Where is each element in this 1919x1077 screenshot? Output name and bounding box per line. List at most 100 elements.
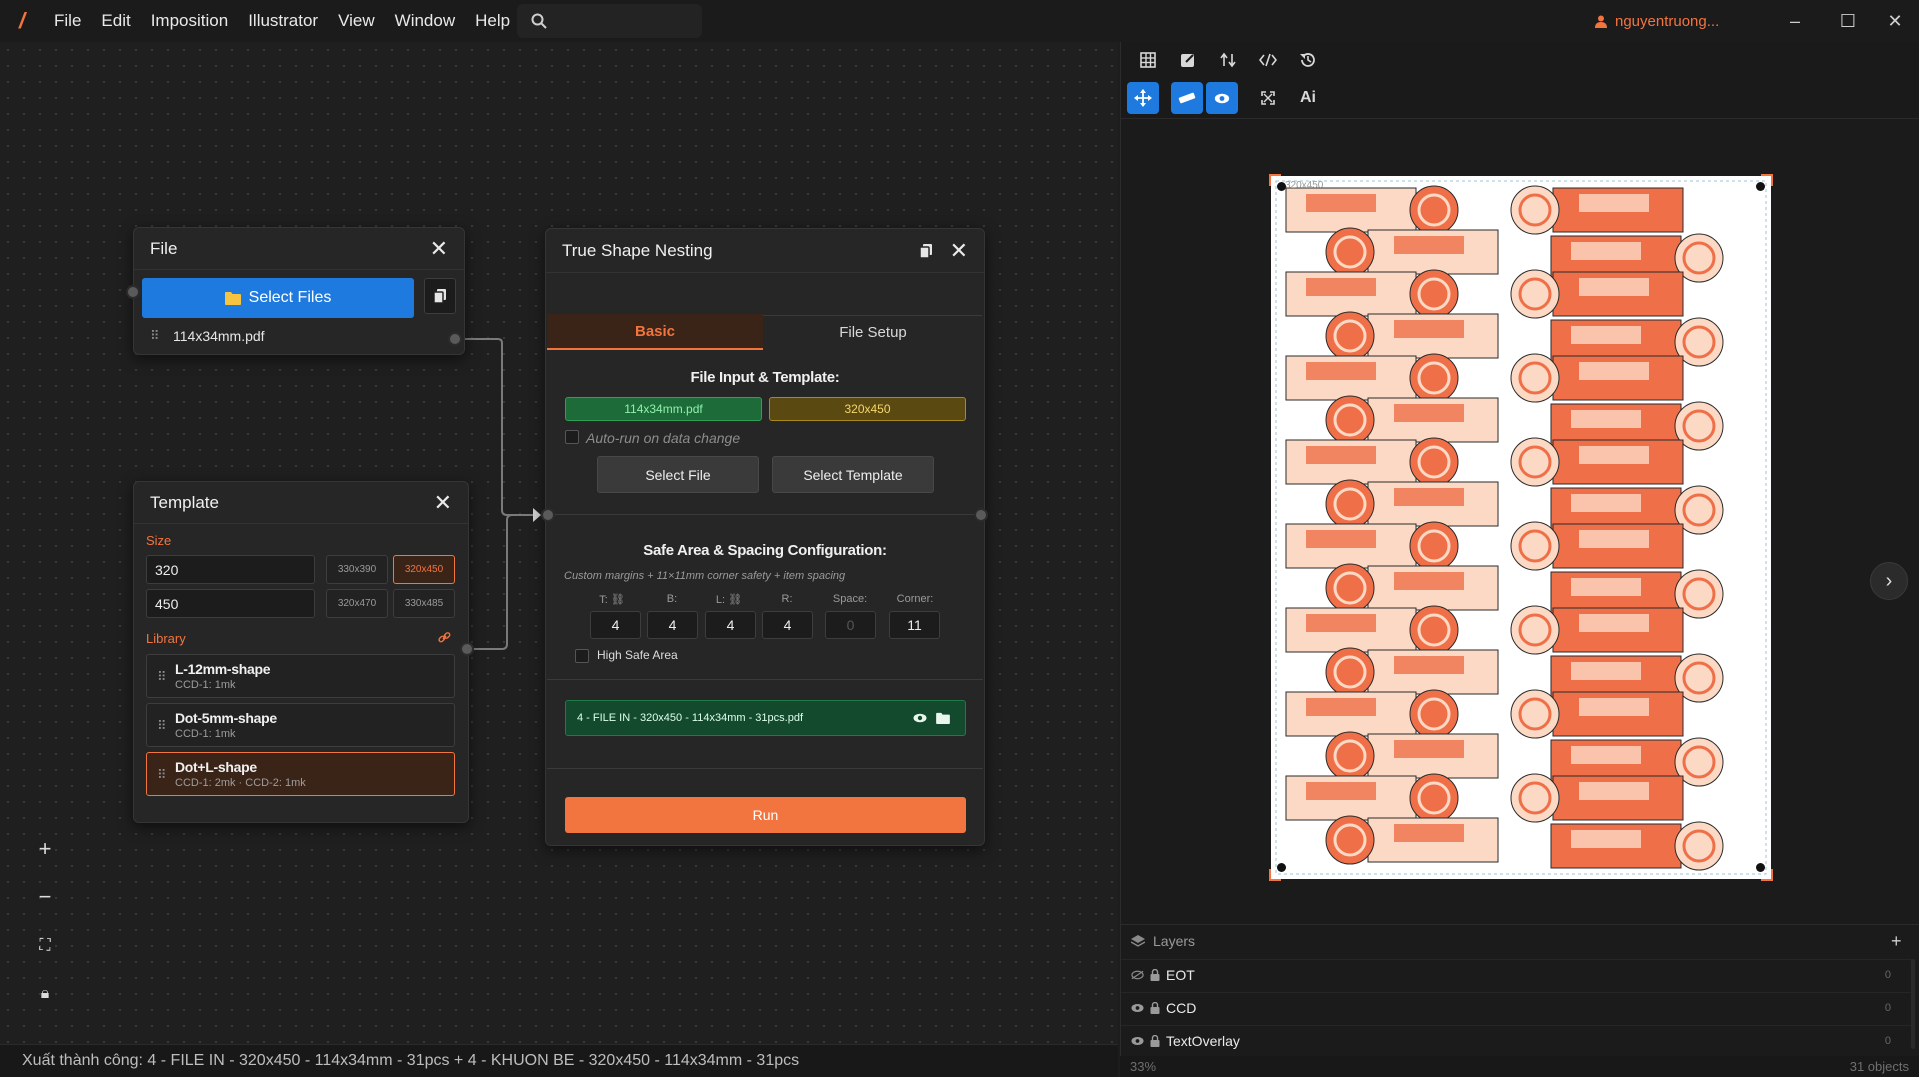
code-icon[interactable] <box>1252 44 1284 76</box>
file-name: 114x34mm.pdf <box>173 328 265 344</box>
history-icon[interactable] <box>1292 44 1324 76</box>
measure-tool-icon[interactable] <box>1171 82 1203 114</box>
nested-piece <box>1285 605 1459 655</box>
select-files-button[interactable]: Select Files <box>142 278 414 318</box>
menu-imposition[interactable]: Imposition <box>141 0 238 42</box>
menu-edit[interactable]: Edit <box>91 0 140 42</box>
layer-name: TextOverlay <box>1166 1032 1240 1049</box>
select-file-button[interactable]: Select File <box>597 456 759 493</box>
preset-320x470[interactable]: 320x470 <box>326 589 388 618</box>
chevron-right-icon[interactable]: › <box>1870 562 1908 600</box>
eye-icon[interactable] <box>913 713 927 723</box>
nesting-node-output-port[interactable] <box>974 508 988 522</box>
lock-icon[interactable] <box>1150 968 1160 981</box>
select-template-button[interactable]: Select Template <box>772 456 934 493</box>
edit-icon[interactable] <box>1172 44 1204 76</box>
nesting-node-header: True Shape Nesting ✕ <box>546 229 984 273</box>
preview-area[interactable]: 320x450 › <box>1121 118 1919 924</box>
menu-help[interactable]: Help <box>465 0 520 42</box>
preset-320x450[interactable]: 320x450 <box>393 555 455 584</box>
selection-handle[interactable] <box>1269 869 1281 881</box>
output-file-row[interactable]: 4 - FILE IN - 320x450 - 114x34mm - 31pcs… <box>565 700 966 736</box>
user-icon <box>1595 15 1607 28</box>
close-icon[interactable]: ✕ <box>430 237 448 260</box>
library-item[interactable]: ⠿ L-12mm-shape CCD-1: 1mk <box>146 654 455 698</box>
auto-run-checkbox[interactable] <box>565 430 579 444</box>
run-button[interactable]: Run <box>565 797 966 833</box>
minimize-button[interactable]: – <box>1772 0 1818 42</box>
drag-handle-icon[interactable]: ⠿ <box>157 669 166 685</box>
library-item[interactable]: ⠿ Dot-5mm-shape CCD-1: 1mk <box>146 703 455 747</box>
maximize-button[interactable]: ☐ <box>1825 0 1871 42</box>
grid-icon[interactable] <box>1132 44 1164 76</box>
field-label-space: Space: <box>832 593 868 605</box>
margin-top-input[interactable]: 4 <box>590 611 641 639</box>
layer-row[interactable]: TextOverlay 0 <box>1121 1025 1911 1055</box>
node-canvas[interactable]: File ✕ Select Files ⠿ 114x34mm.pdf Templ… <box>0 42 1118 1044</box>
eye-icon[interactable] <box>1131 1036 1144 1046</box>
copy-button[interactable] <box>424 278 456 314</box>
drag-handle-icon[interactable]: ⠿ <box>157 767 166 783</box>
tab-file-setup[interactable]: File Setup <box>763 314 983 350</box>
drag-handle-icon[interactable]: ⠿ <box>157 718 166 734</box>
close-icon[interactable]: ✕ <box>434 491 452 514</box>
layers-scrollbar[interactable] <box>1911 959 1915 1049</box>
file-node[interactable]: File ✕ Select Files ⠿ 114x34mm.pdf <box>133 227 465 355</box>
lock-button[interactable]: 🔒︎ <box>30 985 60 1003</box>
swap-icon[interactable] <box>1212 44 1244 76</box>
template-node-output-port[interactable] <box>460 642 474 656</box>
layer-row[interactable]: EOT 0 <box>1121 959 1911 989</box>
fit-view-button[interactable]: ⛶ <box>30 937 60 955</box>
width-input[interactable]: 320 <box>146 555 315 584</box>
drag-handle-icon[interactable]: ⠿ <box>150 328 159 344</box>
sheet-preview[interactable]: 320x450 <box>1269 174 1773 881</box>
preview-panel: Ai 320x450 › Layers + EOT 0 CCD 0 TextOv… <box>1120 42 1919 1077</box>
zoom-in-button[interactable]: + <box>30 836 60 862</box>
menu-window[interactable]: Window <box>385 0 465 42</box>
height-input[interactable]: 450 <box>146 589 315 618</box>
safe-area-description: Custom margins + 11×11mm corner safety +… <box>564 570 846 582</box>
copy-icon[interactable] <box>919 243 932 258</box>
library-item-selected[interactable]: ⠿ Dot+L-shape CCD-1: 2mk · CCD-2: 1mk <box>146 752 455 796</box>
selection-handle[interactable] <box>1269 174 1281 186</box>
file-node-output-port[interactable] <box>448 332 462 346</box>
menu-illustrator[interactable]: Illustrator <box>238 0 328 42</box>
eye-icon[interactable] <box>1131 1003 1144 1013</box>
folder-icon[interactable] <box>936 712 950 724</box>
selection-handle[interactable] <box>1761 174 1773 186</box>
divider <box>547 768 983 769</box>
app-logo: / <box>18 8 26 33</box>
margin-left-input[interactable]: 4 <box>705 611 756 639</box>
corner-input[interactable]: 11 <box>889 611 940 639</box>
link-icon[interactable]: ⛓ <box>728 594 742 606</box>
close-icon[interactable]: ✕ <box>950 239 968 262</box>
selection-handle[interactable] <box>1761 869 1773 881</box>
expand-icon[interactable] <box>1252 82 1284 114</box>
search-input[interactable] <box>517 4 702 38</box>
user-account[interactable]: nguyentruong... <box>1595 0 1719 42</box>
layer-row[interactable]: CCD 0 <box>1121 992 1911 1022</box>
file-node-input-port[interactable] <box>126 285 140 299</box>
margin-right-input[interactable]: 4 <box>762 611 813 639</box>
eye-off-icon[interactable] <box>1131 970 1144 980</box>
ai-icon[interactable]: Ai <box>1292 82 1324 114</box>
link-icon[interactable]: ⛓ <box>611 594 625 606</box>
tab-basic[interactable]: Basic <box>547 314 763 350</box>
eye-icon[interactable] <box>1206 82 1238 114</box>
preset-330x485[interactable]: 330x485 <box>393 589 455 618</box>
space-input[interactable]: 0 <box>825 611 876 639</box>
link-icon[interactable] <box>438 631 451 644</box>
margin-bottom-input[interactable]: 4 <box>647 611 698 639</box>
nested-piece <box>1325 815 1499 865</box>
close-window-button[interactable]: ✕ <box>1872 0 1918 42</box>
menu-file[interactable]: File <box>44 0 91 42</box>
high-safe-area-checkbox[interactable] <box>575 649 589 663</box>
lock-icon[interactable] <box>1150 1001 1160 1014</box>
zoom-out-button[interactable]: − <box>30 884 60 910</box>
add-layer-button[interactable]: + <box>1891 931 1902 952</box>
nesting-node-input-port[interactable] <box>541 508 555 522</box>
lock-icon[interactable] <box>1150 1034 1160 1047</box>
move-tool-icon[interactable] <box>1127 82 1159 114</box>
preset-330x390[interactable]: 330x390 <box>326 555 388 584</box>
menu-view[interactable]: View <box>328 0 385 42</box>
